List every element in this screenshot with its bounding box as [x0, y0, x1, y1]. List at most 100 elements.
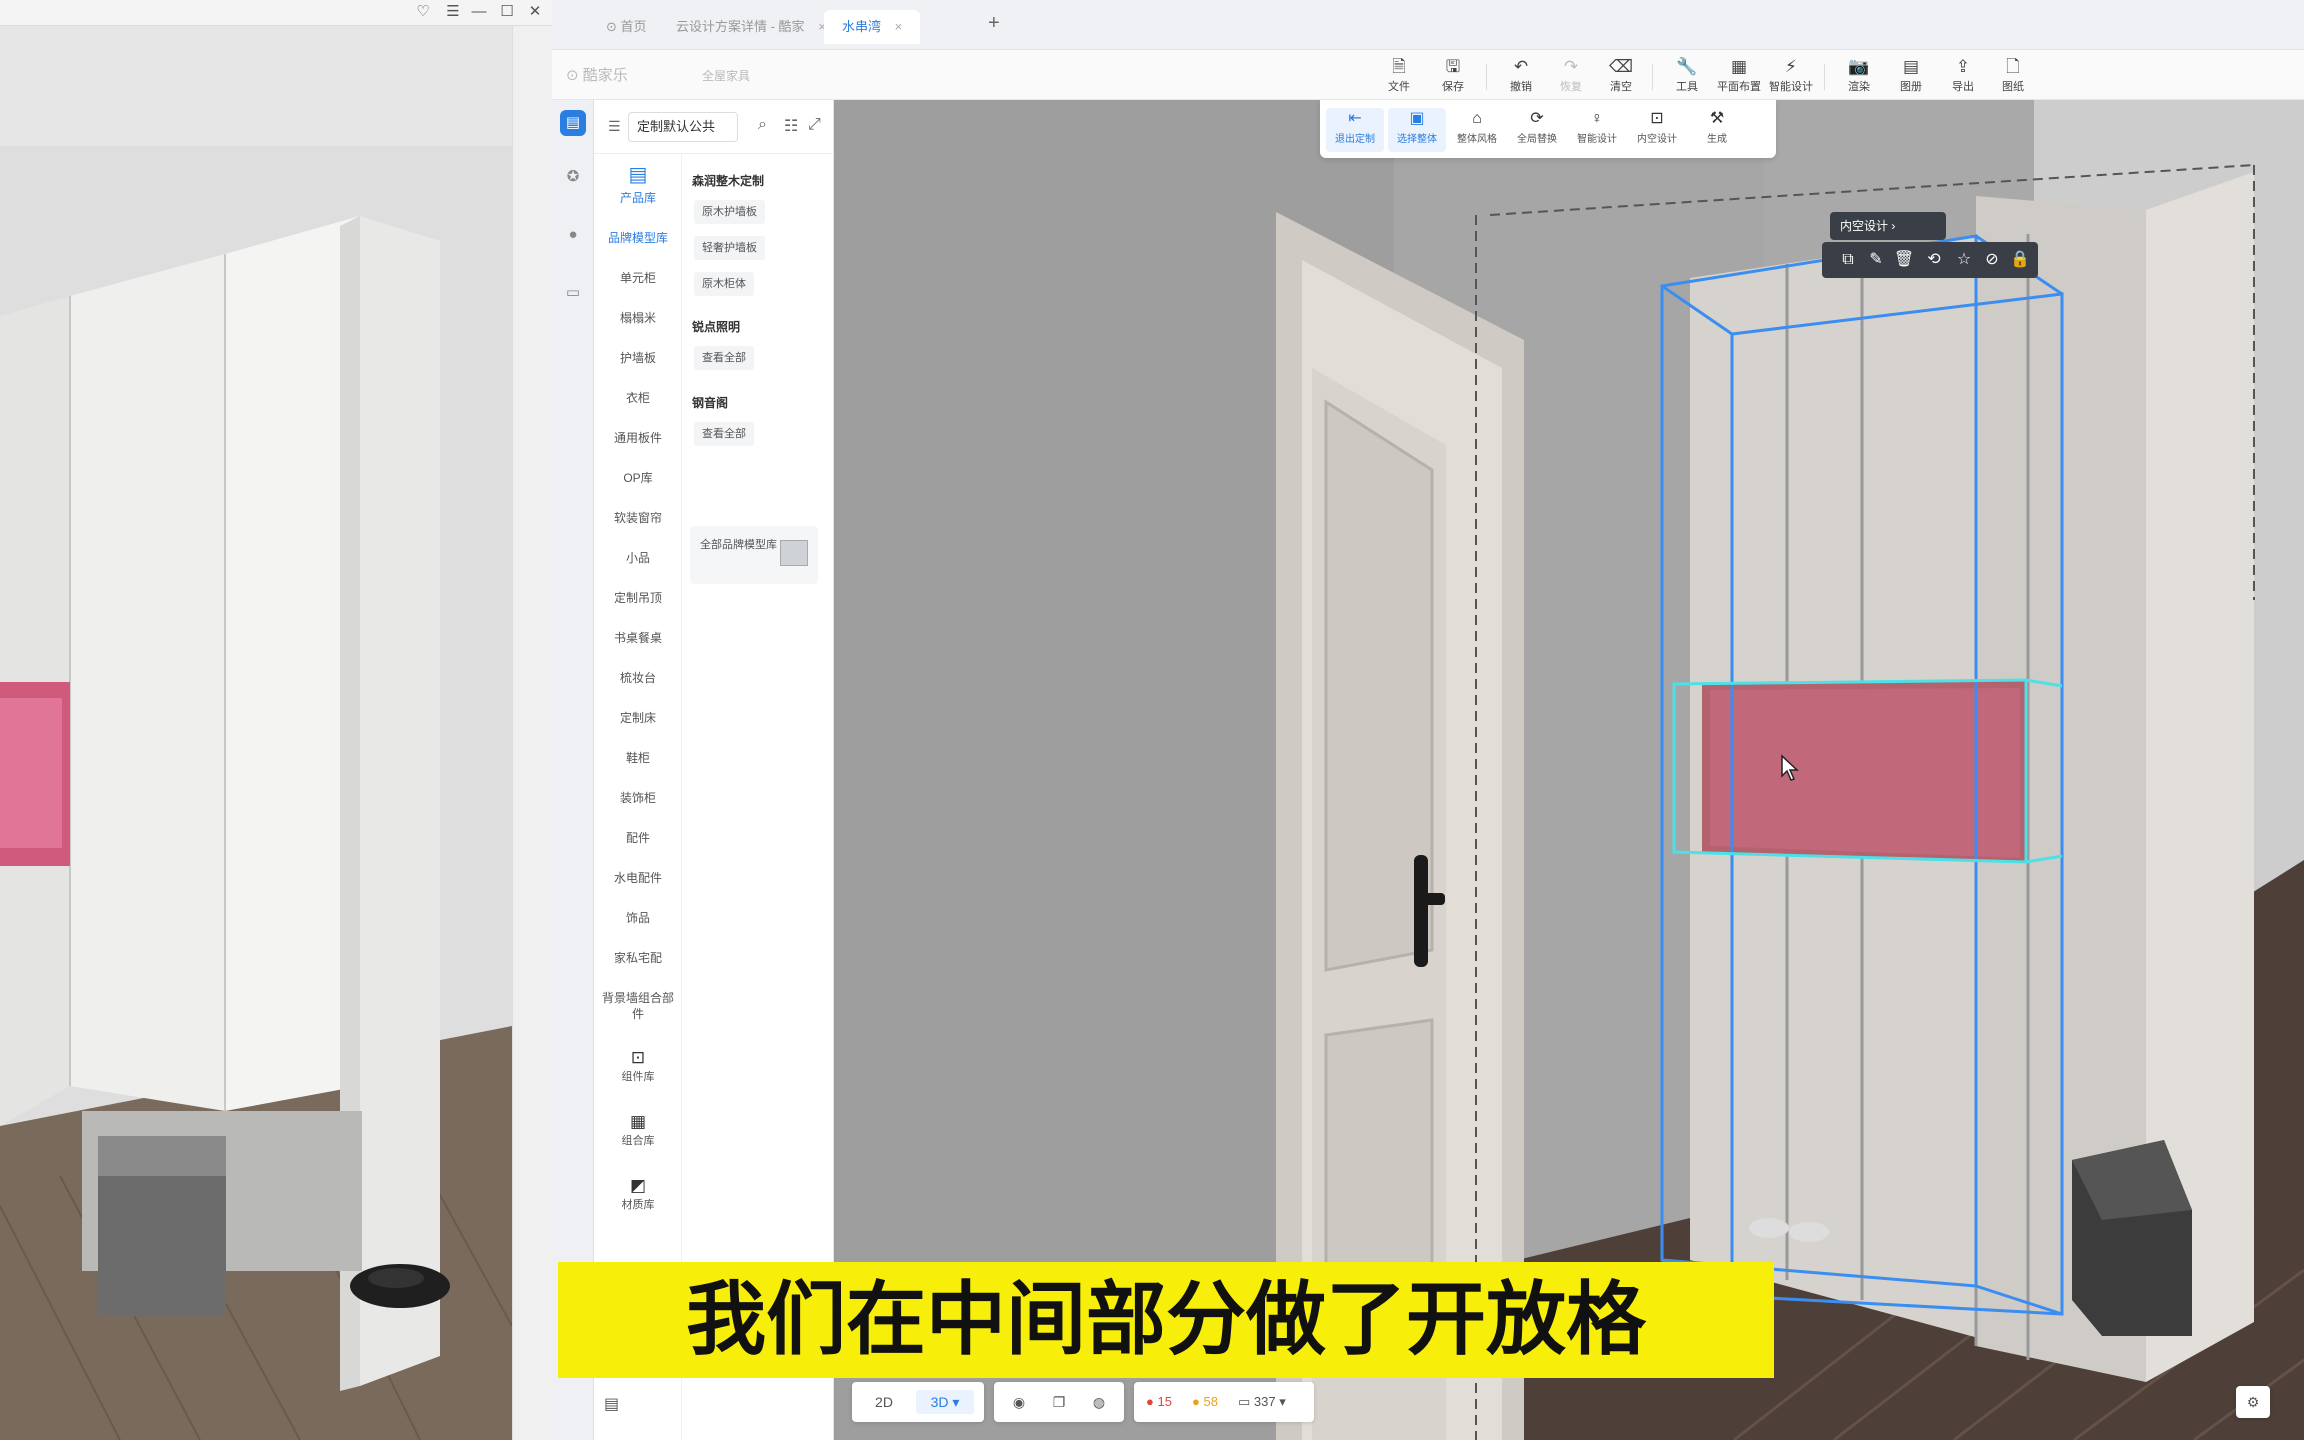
- category-item[interactable]: OP库: [594, 470, 682, 486]
- add-tab-button[interactable]: +: [988, 12, 1000, 35]
- eye-icon[interactable]: ◉: [1004, 1390, 1034, 1414]
- tab-close-icon[interactable]: ×: [895, 19, 903, 34]
- view-all-chip[interactable]: 查看全部: [694, 422, 754, 446]
- search-icon[interactable]: ⌕: [758, 116, 767, 134]
- category-item[interactable]: 水电配件: [594, 870, 682, 886]
- smart-design-sub-button[interactable]: ♀ 智能设计: [1568, 108, 1626, 152]
- category-item[interactable]: 配件: [594, 830, 682, 846]
- expand-icon[interactable]: ⤢: [808, 116, 821, 134]
- toolbar-divider: [1824, 64, 1825, 90]
- category-item[interactable]: 家私宅配: [594, 950, 682, 966]
- category-item[interactable]: 小品: [594, 550, 682, 566]
- layers-icon[interactable]: ❐: [1044, 1390, 1074, 1414]
- toolbar-divider: [1652, 64, 1653, 90]
- skin-icon[interactable]: ♡: [412, 2, 434, 22]
- material-library-button[interactable]: ◩ 材质库: [594, 1176, 682, 1212]
- category-item[interactable]: 梳妆台: [594, 670, 682, 686]
- library-source-select[interactable]: 定制默认公共: [628, 112, 738, 142]
- menu-icon[interactable]: ☰: [442, 2, 464, 22]
- brand-chip[interactable]: 原木护墙板: [694, 200, 765, 224]
- file-menu-button[interactable]: 🗎 文件: [1374, 56, 1424, 96]
- tab-home[interactable]: ⊙ 首页: [588, 10, 665, 44]
- brand-chip[interactable]: 原木柜体: [694, 272, 754, 296]
- brush-icon[interactable]: ✎: [1864, 248, 1888, 272]
- list-icon[interactable]: ☰: [608, 118, 621, 135]
- error-count: ● 15: [1146, 1394, 1172, 1409]
- exit-custom-button[interactable]: ⇤ 退出定制: [1326, 108, 1384, 152]
- tool-label: 智能设计: [1769, 81, 1813, 93]
- view-3d-button[interactable]: 3D ▾: [916, 1390, 974, 1414]
- undo-icon: ↶: [1513, 57, 1529, 76]
- category-item[interactable]: 衣柜: [594, 390, 682, 406]
- floor-plan-layout-button[interactable]: ▦ 平面布置: [1714, 56, 1764, 96]
- view-all-chip[interactable]: 查看全部: [694, 346, 754, 370]
- global-replace-button[interactable]: ⟳ 全局替换: [1508, 108, 1566, 152]
- tool-label: 工具: [1676, 81, 1698, 93]
- tool-label: 图册: [1900, 81, 1922, 93]
- reference-pane-edge: [512, 26, 552, 1440]
- maximize-button[interactable]: ☐: [496, 2, 518, 22]
- brand-chip[interactable]: 轻奢护墙板: [694, 236, 765, 260]
- issues-status-group[interactable]: ● 15 ● 58 ▭ 337 ▾: [1134, 1382, 1314, 1422]
- collapse-panel-icon[interactable]: ▤: [604, 1394, 619, 1414]
- undo-button[interactable]: ↶ 撤销: [1496, 56, 1546, 96]
- tool-label: 导出: [1952, 81, 1974, 93]
- delete-icon[interactable]: 🗑: [1892, 248, 1916, 272]
- tab-label: 水串湾: [842, 19, 882, 34]
- save-button[interactable]: 🖫 保存: [1428, 56, 1478, 96]
- category-product-library[interactable]: ▤ 产品库: [594, 162, 682, 206]
- category-item[interactable]: 背景墙组合部件: [594, 990, 682, 1022]
- category-brand-models[interactable]: 品牌模型库: [594, 230, 682, 246]
- category-item[interactable]: 定制床: [594, 710, 682, 726]
- overall-style-button[interactable]: ⌂ 整体风格: [1448, 108, 1506, 152]
- product-library-icon[interactable]: ▤: [560, 110, 586, 136]
- category-item[interactable]: 定制吊顶: [594, 590, 682, 606]
- generate-button[interactable]: ⚒ 生成: [1688, 108, 1746, 152]
- album-button[interactable]: ▤ 图册: [1886, 56, 1936, 96]
- render-button[interactable]: 📷 渲染: [1834, 56, 1884, 96]
- app-header-toolbar: ⊙ 酷家乐 全屋家具 🗎 文件 🖫 保存 ↶ 撤销 ↷ 恢复 ⌫ 清空 🔧 工具 ▦ 平面布置…: [552, 50, 2304, 100]
- inner-design-button[interactable]: ⊡ 内空设计: [1628, 108, 1686, 152]
- copy-icon[interactable]: ⧉: [1836, 248, 1860, 272]
- tools-menu-button[interactable]: 🔧 工具: [1662, 56, 1712, 96]
- hide-icon[interactable]: ⊘: [1980, 248, 2004, 272]
- compass-icon[interactable]: ◍: [1084, 1390, 1114, 1414]
- export-button[interactable]: ⇪ 导出: [1938, 56, 1988, 96]
- filter-icon[interactable]: ☷: [784, 116, 798, 136]
- view-mode-switch: 2D 3D ▾: [852, 1382, 984, 1422]
- redo-button[interactable]: ↷ 恢复: [1546, 56, 1596, 96]
- cabinet-icon[interactable]: ▭: [560, 280, 586, 306]
- 3d-viewport[interactable]: ⇤ 退出定制 ▣ 选择整体 ⌂ 整体风格 ⟳ 全局替换 ♀ 智能设计 ⊡ 内空设计 ⚒ 生成: [834, 100, 2304, 1440]
- category-item[interactable]: 通用板件: [594, 430, 682, 446]
- settings-toggle-button[interactable]: ⚙: [2236, 1386, 2270, 1418]
- user-icon[interactable]: ●: [560, 222, 586, 248]
- combination-library-button[interactable]: ▦ 组合库: [594, 1112, 682, 1148]
- all-brand-models-card[interactable]: 全部品牌模型库: [690, 526, 818, 584]
- lock-icon[interactable]: 🔒: [2008, 248, 2032, 272]
- view-2d-button[interactable]: 2D: [862, 1390, 906, 1414]
- drawings-button[interactable]: 🗋 图纸: [1988, 56, 2038, 96]
- tab-design-details[interactable]: 云设计方案详情 - 酷家 ×: [658, 10, 844, 44]
- category-item[interactable]: 软装窗帘: [594, 510, 682, 526]
- brand-icon[interactable]: ✪: [560, 164, 586, 190]
- select-whole-button[interactable]: ▣ 选择整体: [1388, 108, 1446, 152]
- inner-design-pill-button[interactable]: 内空设计 ›: [1830, 212, 1946, 240]
- select-whole-icon: ▣: [1409, 110, 1425, 127]
- category-item[interactable]: 榻榻米: [594, 310, 682, 326]
- category-item[interactable]: 单元柜: [594, 270, 682, 286]
- smart-design-button[interactable]: ⚡ 智能设计: [1766, 56, 1816, 96]
- category-item[interactable]: 鞋柜: [594, 750, 682, 766]
- star-icon[interactable]: ☆: [1952, 248, 1976, 272]
- 3d-scene[interactable]: [834, 100, 2304, 1440]
- tab-active-project[interactable]: 水串湾 ×: [824, 10, 921, 44]
- category-item[interactable]: 饰品: [594, 910, 682, 926]
- category-item[interactable]: 护墙板: [594, 350, 682, 366]
- category-item[interactable]: 装饰柜: [594, 790, 682, 806]
- replace-icon[interactable]: ⟲: [1922, 248, 1946, 272]
- minimize-button[interactable]: —: [468, 2, 490, 22]
- app-logo: ⊙ 酷家乐: [566, 67, 628, 84]
- component-library-button[interactable]: ⊡ 组件库: [594, 1048, 682, 1084]
- category-item[interactable]: 书桌餐桌: [594, 630, 682, 646]
- clear-button[interactable]: ⌫ 清空: [1596, 56, 1646, 96]
- close-button[interactable]: ✕: [524, 2, 546, 22]
